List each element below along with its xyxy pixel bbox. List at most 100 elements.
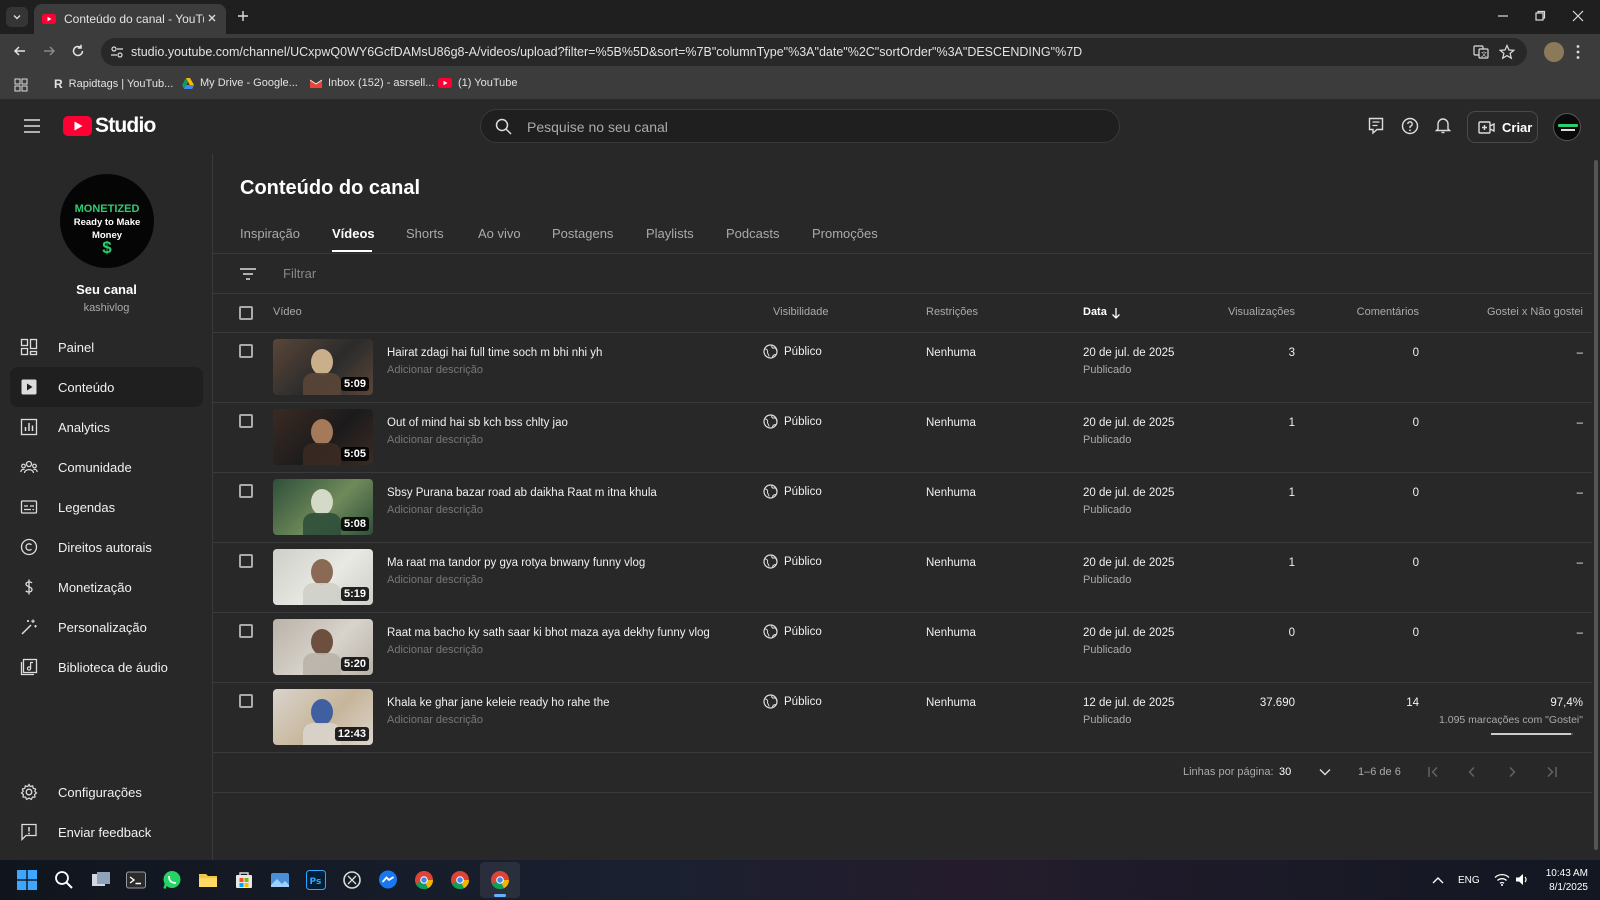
video-thumbnail[interactable]: 5:09: [273, 339, 373, 395]
visibility-cell[interactable]: Público: [763, 694, 822, 709]
video-thumbnail[interactable]: 5:19: [273, 549, 373, 605]
first-page-icon[interactable]: [1427, 766, 1441, 778]
column-header-comments[interactable]: Comentários: [1315, 306, 1419, 318]
table-row[interactable]: 5:09 Hairat zdagi hai full time soch m b…: [213, 333, 1593, 403]
video-title[interactable]: Khala ke ghar jane keleie ready ho rahe …: [387, 697, 610, 709]
visibility-cell[interactable]: Público: [763, 414, 822, 429]
clock-time[interactable]: 10:43 AM: [1540, 868, 1588, 879]
taskbar-active-app[interactable]: [480, 862, 520, 898]
studio-logo[interactable]: Studio: [63, 114, 156, 138]
video-description[interactable]: Adicionar descrição: [387, 364, 483, 376]
sidebar-item-monetization[interactable]: Monetização: [10, 567, 203, 607]
sidebar-item-copyright[interactable]: Direitos autorais: [10, 527, 203, 567]
table-row[interactable]: 5:05 Out of mind hai sb kch bss chlty ja…: [213, 403, 1593, 473]
row-checkbox[interactable]: [239, 484, 253, 498]
file-explorer-icon[interactable]: [198, 870, 218, 890]
account-avatar[interactable]: [1553, 113, 1581, 141]
openai-app-icon[interactable]: [342, 870, 362, 890]
bookmark-gmail-inbox[interactable]: Inbox (152) - asrsell...: [310, 77, 434, 89]
address-bar[interactable]: studio.youtube.com/channel/UCxpwQ0WY6Gcf…: [101, 38, 1527, 66]
window-close-icon[interactable]: [1572, 10, 1584, 22]
sidebar-item-settings[interactable]: Configurações: [10, 772, 203, 812]
column-header-date[interactable]: Data: [1083, 306, 1107, 318]
bookmark-rapidtags[interactable]: R Rapidtags | YouTub...: [54, 77, 173, 91]
channel-search[interactable]: Pesquise no seu canal: [480, 109, 1120, 143]
tab-playlists[interactable]: Playlists: [646, 226, 694, 241]
video-description[interactable]: Adicionar descrição: [387, 644, 483, 656]
column-header-views[interactable]: Visualizações: [1185, 306, 1295, 318]
select-all-checkbox[interactable]: [239, 306, 253, 320]
tab-promotions[interactable]: Promoções: [812, 226, 878, 241]
row-checkbox[interactable]: [239, 414, 253, 428]
browser-tab-active[interactable]: Conteúdo do canal - YouTube Studio: [34, 4, 226, 34]
video-title[interactable]: Raat ma bacho ky sath saar ki bhot maza …: [387, 627, 710, 639]
video-description[interactable]: Adicionar descrição: [387, 434, 483, 446]
task-view-icon[interactable]: [91, 870, 111, 890]
sidebar-item-analytics[interactable]: Analytics: [10, 407, 203, 447]
channel-avatar[interactable]: MONETIZED Ready to Make Money $: [60, 174, 154, 268]
video-thumbnail[interactable]: 5:08: [273, 479, 373, 535]
microsoft-store-icon[interactable]: [234, 870, 254, 890]
volume-icon[interactable]: [1515, 873, 1529, 886]
wifi-icon[interactable]: [1494, 873, 1510, 886]
column-header-restrictions[interactable]: Restrições: [926, 306, 978, 318]
filter-input[interactable]: Filtrar: [283, 266, 316, 281]
messenger-icon[interactable]: [378, 870, 398, 890]
profile-avatar[interactable]: [1544, 42, 1564, 62]
tab-podcasts[interactable]: Podcasts: [726, 226, 779, 241]
apps-grid-icon[interactable]: [14, 78, 28, 92]
table-row[interactable]: 5:08 Sbsy Purana bazar road ab daikha Ra…: [213, 473, 1593, 543]
windows-start-icon[interactable]: [17, 870, 37, 890]
create-button[interactable]: Criar: [1467, 111, 1538, 143]
video-description[interactable]: Adicionar descrição: [387, 504, 483, 516]
forward-arrow-icon[interactable]: [41, 43, 57, 59]
back-arrow-icon[interactable]: [12, 43, 28, 59]
tab-search-button[interactable]: [6, 7, 28, 27]
video-description[interactable]: Adicionar descrição: [387, 714, 483, 726]
row-checkbox[interactable]: [239, 694, 253, 708]
filter-icon[interactable]: [240, 268, 256, 280]
new-tab-plus-icon[interactable]: [236, 9, 250, 23]
sidebar-item-community[interactable]: Comunidade: [10, 447, 203, 487]
chrome-icon[interactable]: [414, 870, 434, 890]
rows-per-page-select[interactable]: 30: [1279, 766, 1291, 778]
row-checkbox[interactable]: [239, 624, 253, 638]
chrome-profile-icon[interactable]: [450, 870, 470, 890]
scrollbar-thumb[interactable]: [1594, 160, 1598, 850]
table-row[interactable]: 12:43 Khala ke ghar jane keleie ready ho…: [213, 683, 1593, 753]
terminal-icon[interactable]: [126, 870, 146, 890]
reload-icon[interactable]: [70, 43, 86, 59]
site-settings-icon[interactable]: [110, 45, 124, 59]
help-icon[interactable]: [1401, 117, 1419, 135]
tab-inspiration[interactable]: Inspiração: [240, 226, 300, 241]
notifications-bell-icon[interactable]: [1435, 116, 1451, 135]
bookmark-youtube[interactable]: (1) YouTube: [438, 77, 518, 89]
next-page-icon[interactable]: [1506, 766, 1518, 778]
close-icon[interactable]: [206, 12, 218, 24]
hamburger-menu-icon[interactable]: [24, 119, 40, 133]
sidebar-item-audio-library[interactable]: Biblioteca de áudio: [10, 647, 203, 687]
row-checkbox[interactable]: [239, 554, 253, 568]
tab-shorts[interactable]: Shorts: [406, 226, 444, 241]
language-indicator[interactable]: ENG: [1458, 875, 1480, 886]
video-title[interactable]: Ma raat ma tandor py gya rotya bnwany fu…: [387, 557, 645, 569]
chevron-down-icon[interactable]: [1319, 768, 1331, 776]
scrollbar[interactable]: [1592, 154, 1600, 860]
photoshop-icon[interactable]: Ps: [306, 870, 326, 890]
minimize-icon[interactable]: [1497, 10, 1509, 22]
kebab-menu-icon[interactable]: [1576, 44, 1580, 60]
column-header-visibility[interactable]: Visibilidade: [773, 306, 828, 318]
search-input[interactable]: Pesquise no seu canal: [527, 119, 668, 135]
photos-app-icon[interactable]: [270, 870, 290, 890]
translate-icon[interactable]: 文: [1473, 44, 1489, 60]
taskbar-search-icon[interactable]: [54, 870, 74, 890]
column-header-likes[interactable]: Gostei x Não gostei: [1433, 306, 1583, 318]
video-thumbnail[interactable]: 12:43: [273, 689, 373, 745]
tray-chevron-up-icon[interactable]: [1432, 876, 1444, 884]
bookmark-star-icon[interactable]: [1499, 44, 1515, 60]
tab-live[interactable]: Ao vivo: [478, 226, 521, 241]
bookmark-google-drive[interactable]: My Drive - Google...: [182, 77, 298, 89]
video-thumbnail[interactable]: 5:20: [273, 619, 373, 675]
tab-videos[interactable]: Vídeos: [332, 226, 375, 241]
restore-icon[interactable]: [1534, 10, 1546, 22]
